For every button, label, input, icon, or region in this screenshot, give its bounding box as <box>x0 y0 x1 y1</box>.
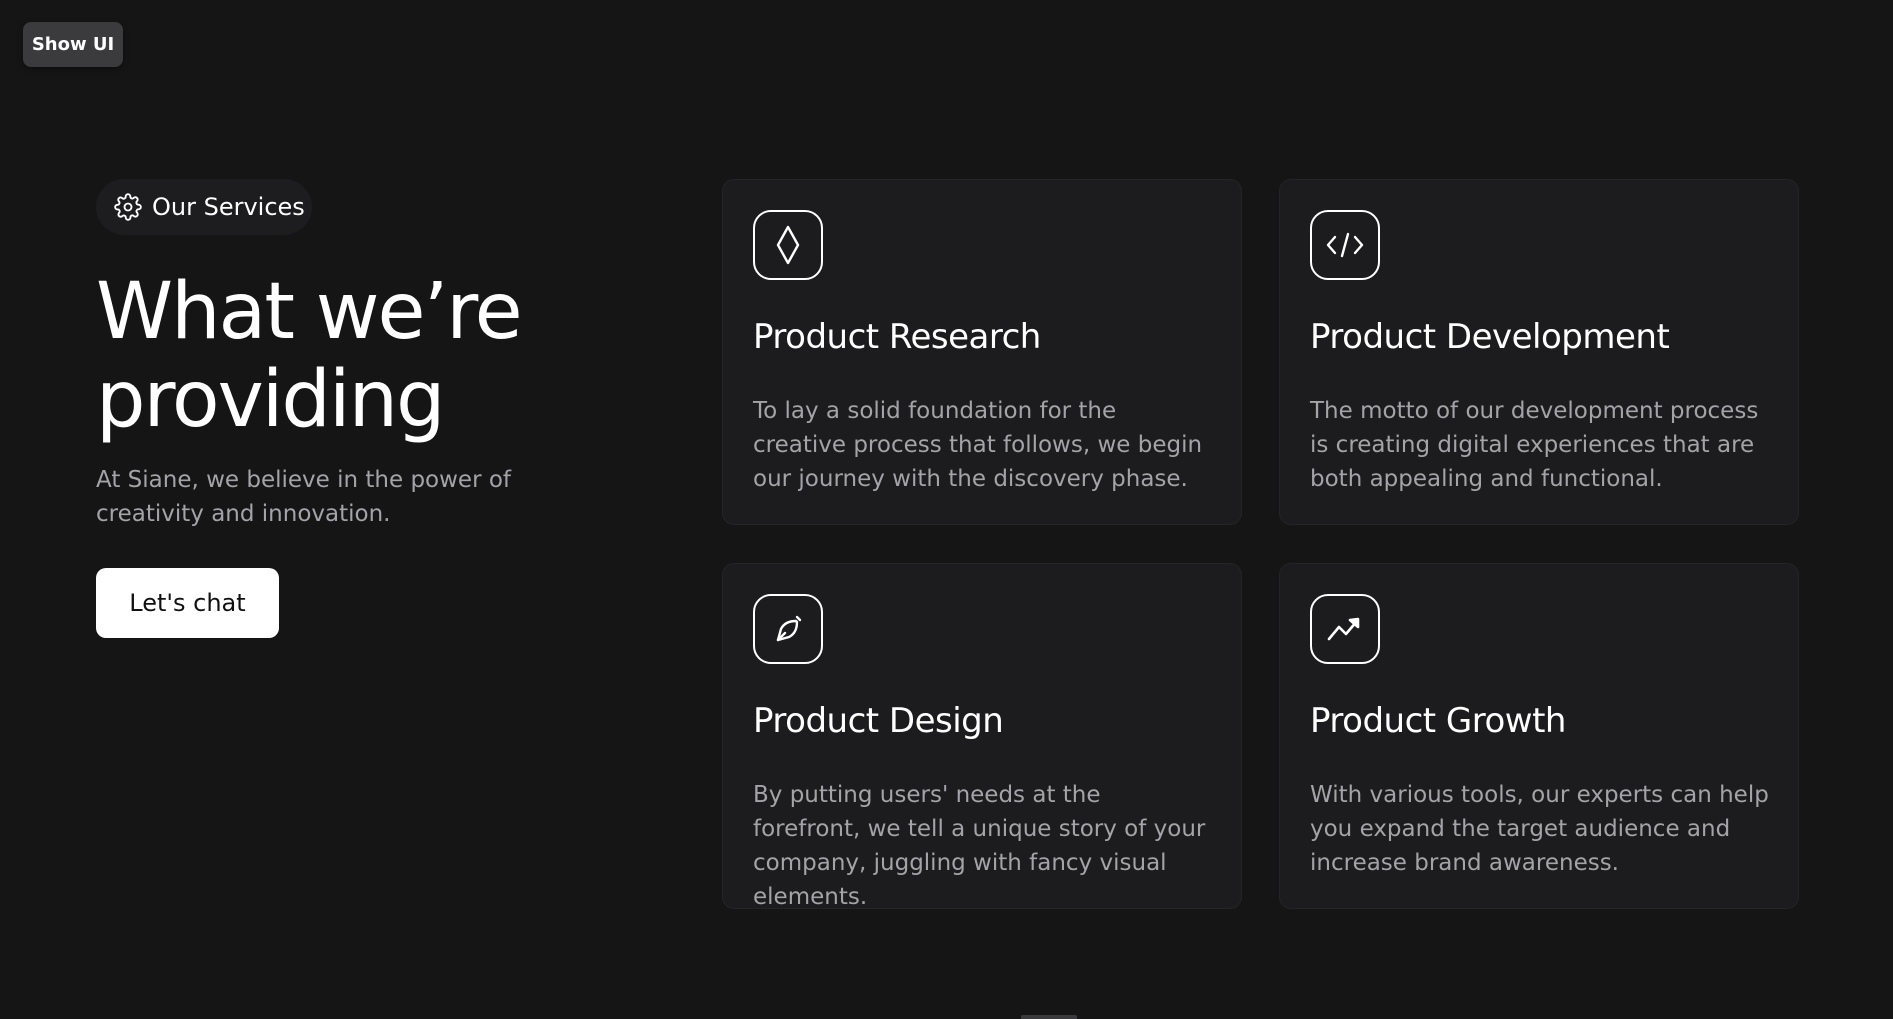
growth-chart-icon <box>1310 594 1380 664</box>
service-card-design[interactable]: Product Design By putting users' needs a… <box>722 563 1242 910</box>
services-badge: Our Services <box>96 179 312 235</box>
card-title: Product Research <box>753 317 1041 357</box>
service-card-development[interactable]: Product Development The motto of our dev… <box>1279 179 1799 525</box>
card-title: Product Development <box>1310 317 1670 357</box>
pen-nib-icon <box>753 594 823 664</box>
badge-label: Our Services <box>152 193 305 221</box>
hero-subtitle: At Siane, we believe in the power of cre… <box>96 467 512 527</box>
code-icon <box>1310 210 1380 280</box>
diamond-icon <box>753 210 823 280</box>
card-title: Product Growth <box>1310 701 1566 741</box>
card-description: To lay a solid foundation for the creati… <box>753 398 1203 492</box>
card-title: Product Design <box>753 701 1004 741</box>
scroll-indicator <box>1021 1015 1077 1019</box>
card-description: By putting users' needs at the forefront… <box>753 782 1206 910</box>
services-page: Show UI Our Services What we’re providin… <box>0 0 1893 1019</box>
page-title: What we’re providing <box>96 267 523 445</box>
lets-chat-button[interactable]: Let's chat <box>96 568 279 638</box>
card-description: The motto of our development process is … <box>1310 398 1759 492</box>
gear-icon <box>114 193 142 221</box>
card-description: With various tools, our experts can help… <box>1310 782 1769 876</box>
service-card-research[interactable]: Product Research To lay a solid foundati… <box>722 179 1242 525</box>
service-card-growth[interactable]: Product Growth With various tools, our e… <box>1279 563 1799 909</box>
show-ui-button[interactable]: Show UI <box>23 22 123 67</box>
